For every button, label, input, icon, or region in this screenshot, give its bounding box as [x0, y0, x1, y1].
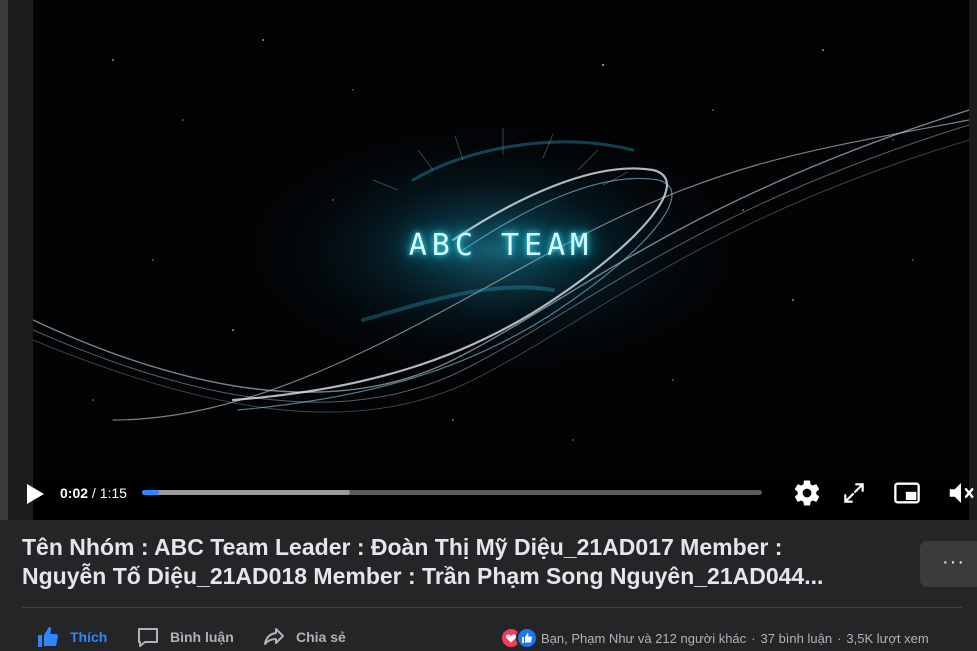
like-label: Thích [70, 629, 108, 645]
gear-icon [794, 480, 820, 506]
like-reaction-icon[interactable] [516, 627, 538, 649]
thumbs-up-icon [38, 627, 58, 647]
progress-bar[interactable] [142, 490, 762, 495]
share-label: Chia sẻ [296, 629, 346, 645]
speaker-muted-icon [949, 483, 974, 503]
separator-dot: · [751, 630, 756, 646]
video-player[interactable]: ABC TEAM 0:02 / 1:15 [0, 0, 977, 520]
caption-line-1: Tên Nhóm : ABC Team Leader : Đoàn Thị Mỹ… [22, 534, 783, 560]
more-options-button[interactable]: ··· [920, 541, 977, 587]
video-letterbox-right [969, 0, 977, 520]
comments-count[interactable]: 37 bình luận [761, 631, 833, 646]
video-overlay-title: ABC TEAM [408, 228, 594, 263]
post-stats: Bạn, Phạm Như và 212 người khác · 37 bìn… [500, 626, 929, 650]
video-letterbox-left [8, 0, 33, 520]
caption-line-2[interactable]: Nguyễn Tố Diệu_21AD018 Member : Trần Phạ… [22, 562, 902, 591]
duration: 1:15 [99, 485, 127, 501]
pip-icon [894, 482, 920, 504]
video-left-border [0, 0, 8, 520]
separator-dot: · [837, 630, 842, 646]
play-button[interactable] [24, 482, 46, 506]
settings-button[interactable] [792, 478, 822, 508]
post-caption: Tên Nhóm : ABC Team Leader : Đoàn Thị Mỹ… [22, 533, 902, 591]
picture-in-picture-button[interactable] [893, 479, 921, 507]
comment-label: Bình luận [170, 629, 234, 645]
progress-buffered [142, 490, 350, 495]
comment-button[interactable]: Bình luận [136, 624, 234, 650]
comment-icon [138, 628, 158, 647]
reactions-summary[interactable]: Bạn, Phạm Như và 212 người khác [541, 631, 746, 646]
more-icon: ··· [942, 551, 965, 573]
time-display: 0:02 / 1:15 [60, 485, 127, 501]
divider [22, 607, 962, 608]
mute-button[interactable] [946, 478, 976, 508]
video-controls: 0:02 / 1:15 [0, 474, 977, 514]
current-time: 0:02 [60, 485, 89, 501]
share-icon [264, 628, 284, 645]
expand-icon [844, 483, 864, 503]
progress-played [142, 490, 159, 495]
play-icon [27, 484, 44, 504]
time-separator: / [91, 485, 96, 501]
share-button[interactable]: Chia sẻ [262, 624, 346, 650]
views-count: 3,5K lượt xem [846, 630, 929, 646]
like-button[interactable]: Thích [36, 624, 107, 650]
fullscreen-button[interactable] [841, 480, 867, 506]
